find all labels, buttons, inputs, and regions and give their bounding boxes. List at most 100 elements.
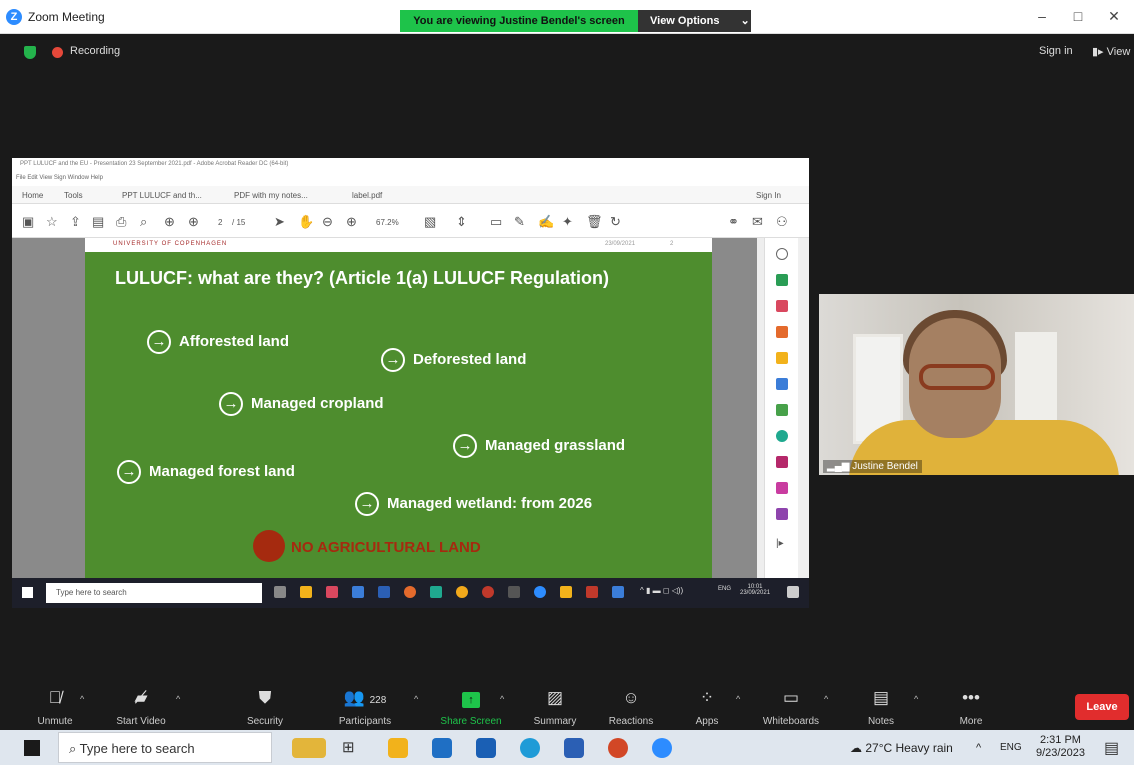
windows-taskbar: ⌕ Type here to search ⊞ ☁ 27°C Heavy rai… — [0, 730, 1134, 765]
apps-label: Apps — [695, 716, 719, 727]
firefox-icon — [404, 586, 416, 598]
task-view-icon[interactable]: ⊞ — [342, 738, 362, 758]
slide-item: → Afforested land — [147, 330, 289, 354]
notifications-icon[interactable]: ▤ — [1104, 738, 1124, 758]
participant-name: Justine Bendel — [852, 461, 918, 472]
zoom-tool-icon — [776, 248, 788, 260]
star-icon: ☆ — [46, 214, 58, 229]
news-widget-icon[interactable] — [292, 738, 326, 758]
reader-tab-label: label.pdf — [352, 191, 383, 200]
view-button[interactable]: ▮▸ View — [1092, 45, 1130, 58]
share-screen-label: Share Screen — [440, 716, 502, 727]
store-icon[interactable] — [432, 738, 452, 758]
edit-pdf-icon — [776, 326, 788, 338]
powerpoint-icon[interactable] — [608, 738, 628, 758]
unmute-button[interactable]: 🎙̸ Unmute — [10, 682, 100, 727]
start-video-button[interactable]: ▰̸ Start Video — [96, 682, 186, 727]
shared-taskbar: Type here to search ^ ▮ ▬ ◻ ◁)) ENG 10:0… — [12, 578, 809, 608]
apps-button[interactable]: ⁘ Apps — [662, 682, 752, 727]
reader-sign-in: Sign In — [756, 191, 781, 200]
close-button[interactable]: ✕ — [1096, 8, 1132, 25]
zoom-app-icon[interactable] — [652, 738, 672, 758]
organize-pages-icon — [776, 404, 788, 416]
shared-screen: PPT LULUCF and the EU - Presentation 23 … — [12, 158, 809, 608]
share-options-caret[interactable]: ^ — [500, 694, 504, 704]
recording-label[interactable]: Recording — [70, 45, 120, 57]
security-button[interactable]: ⛊ Security — [220, 682, 310, 727]
weather-text: 27°C Heavy rain — [865, 741, 953, 755]
view-options-button[interactable]: View Options ⌄ — [638, 10, 751, 32]
upload-icon: ⇪ — [70, 214, 81, 229]
notes-button[interactable]: ▤ Notes — [836, 682, 926, 727]
notes-icon: ▤ — [872, 688, 890, 707]
title-bar: Z Zoom Meeting You are viewing Justine B… — [0, 0, 1134, 34]
acrobat-icon — [586, 586, 598, 598]
university-label: UNIVERSITY OF COPENHAGEN — [113, 241, 228, 247]
minimize-button[interactable]: – — [1024, 8, 1060, 24]
share-screen-button[interactable]: ↑ Share Screen — [426, 682, 516, 727]
app-icon — [326, 586, 338, 598]
slide-item-label: Managed grassland — [485, 436, 626, 454]
reader-title-bar: PPT LULUCF and the EU - Presentation 23 … — [12, 158, 809, 172]
calendar-icon[interactable] — [564, 738, 584, 758]
mail-icon: ✉ — [752, 214, 763, 229]
edge-icon[interactable] — [520, 738, 540, 758]
share-icon: ⚇ — [776, 214, 788, 229]
combine-files-icon — [776, 378, 788, 390]
reader-menu-bar: File Edit View Sign Window Help — [12, 172, 809, 186]
participants-options-caret[interactable]: ^ — [414, 694, 418, 704]
chevron-down-icon: ⌄ — [740, 15, 750, 27]
task-view-icon — [274, 586, 286, 598]
view-label: View — [1106, 46, 1131, 58]
print-icon: ⎙ — [116, 214, 127, 229]
taskbar-search-box[interactable]: ⌕ Type here to search — [58, 732, 272, 763]
arrow-right-icon: → — [147, 330, 171, 354]
shared-search-box: Type here to search — [46, 583, 262, 603]
participants-button[interactable]: 👥 228 Participants — [320, 682, 410, 727]
reader-nav-home: Home — [22, 191, 44, 200]
taskbar-search-placeholder: Type here to search — [79, 741, 195, 756]
taskbar-clock[interactable]: 2:31 PM 9/23/2023 — [1036, 734, 1085, 760]
file-explorer-icon[interactable] — [388, 738, 408, 758]
security-label: Security — [246, 716, 284, 727]
video-off-icon: ▰̸ — [134, 688, 148, 707]
fill-sign-icon — [776, 456, 788, 468]
arrow-right-icon: → — [381, 348, 405, 372]
participant-count: 228 — [369, 695, 387, 706]
reader-tools-panel: |▸ — [764, 238, 798, 578]
pen-icon: ✎ — [514, 214, 525, 229]
window-title: Zoom Meeting — [28, 10, 105, 24]
arrow-right-icon: → — [453, 434, 477, 458]
microphone-muted-icon: 🎙̸ — [48, 688, 62, 707]
more-button[interactable]: ••• More — [926, 682, 1016, 727]
leave-button[interactable]: Leave — [1075, 694, 1129, 720]
notes-options-caret[interactable]: ^ — [914, 694, 918, 704]
whiteboards-button[interactable]: ▭ Whiteboards — [746, 682, 836, 727]
encryption-shield-icon[interactable] — [24, 46, 36, 59]
mail-icon[interactable] — [476, 738, 496, 758]
save-icon: ▣ — [22, 214, 35, 229]
sign-in-link[interactable]: Sign in — [1039, 45, 1073, 57]
participant-name-label: ▂▄▆ Justine Bendel — [823, 460, 922, 473]
reader-nav-tools: Tools — [64, 191, 83, 200]
reader-tab-notes: PDF with my notes... — [234, 191, 308, 200]
video-options-caret[interactable]: ^ — [176, 694, 180, 704]
chrome-icon — [456, 586, 468, 598]
red-circle-icon — [253, 530, 285, 562]
participant-video[interactable]: ▂▄▆ Justine Bendel — [819, 294, 1134, 475]
windows-start-icon[interactable] — [24, 740, 40, 756]
no-agricultural-land-label: NO AGRICULTURAL LAND — [291, 539, 481, 556]
maximize-button[interactable]: □ — [1060, 8, 1096, 24]
zoom-level: 67.2% — [376, 218, 399, 227]
sign-icon: ✍ — [538, 214, 555, 229]
language-indicator[interactable]: ENG — [1000, 742, 1022, 753]
audio-options-caret[interactable]: ^ — [80, 694, 84, 704]
slide-item: → Managed cropland — [219, 392, 384, 416]
weather-widget[interactable]: ☁ 27°C Heavy rain — [850, 741, 953, 755]
apps-options-caret[interactable]: ^ — [736, 694, 740, 704]
tray-overflow-icon[interactable]: ^ — [976, 742, 981, 754]
reader-scrollbar — [757, 238, 764, 578]
notes-label: Notes — [867, 716, 895, 727]
whiteboards-options-caret[interactable]: ^ — [824, 694, 828, 704]
shared-lang: ENG — [718, 586, 732, 592]
